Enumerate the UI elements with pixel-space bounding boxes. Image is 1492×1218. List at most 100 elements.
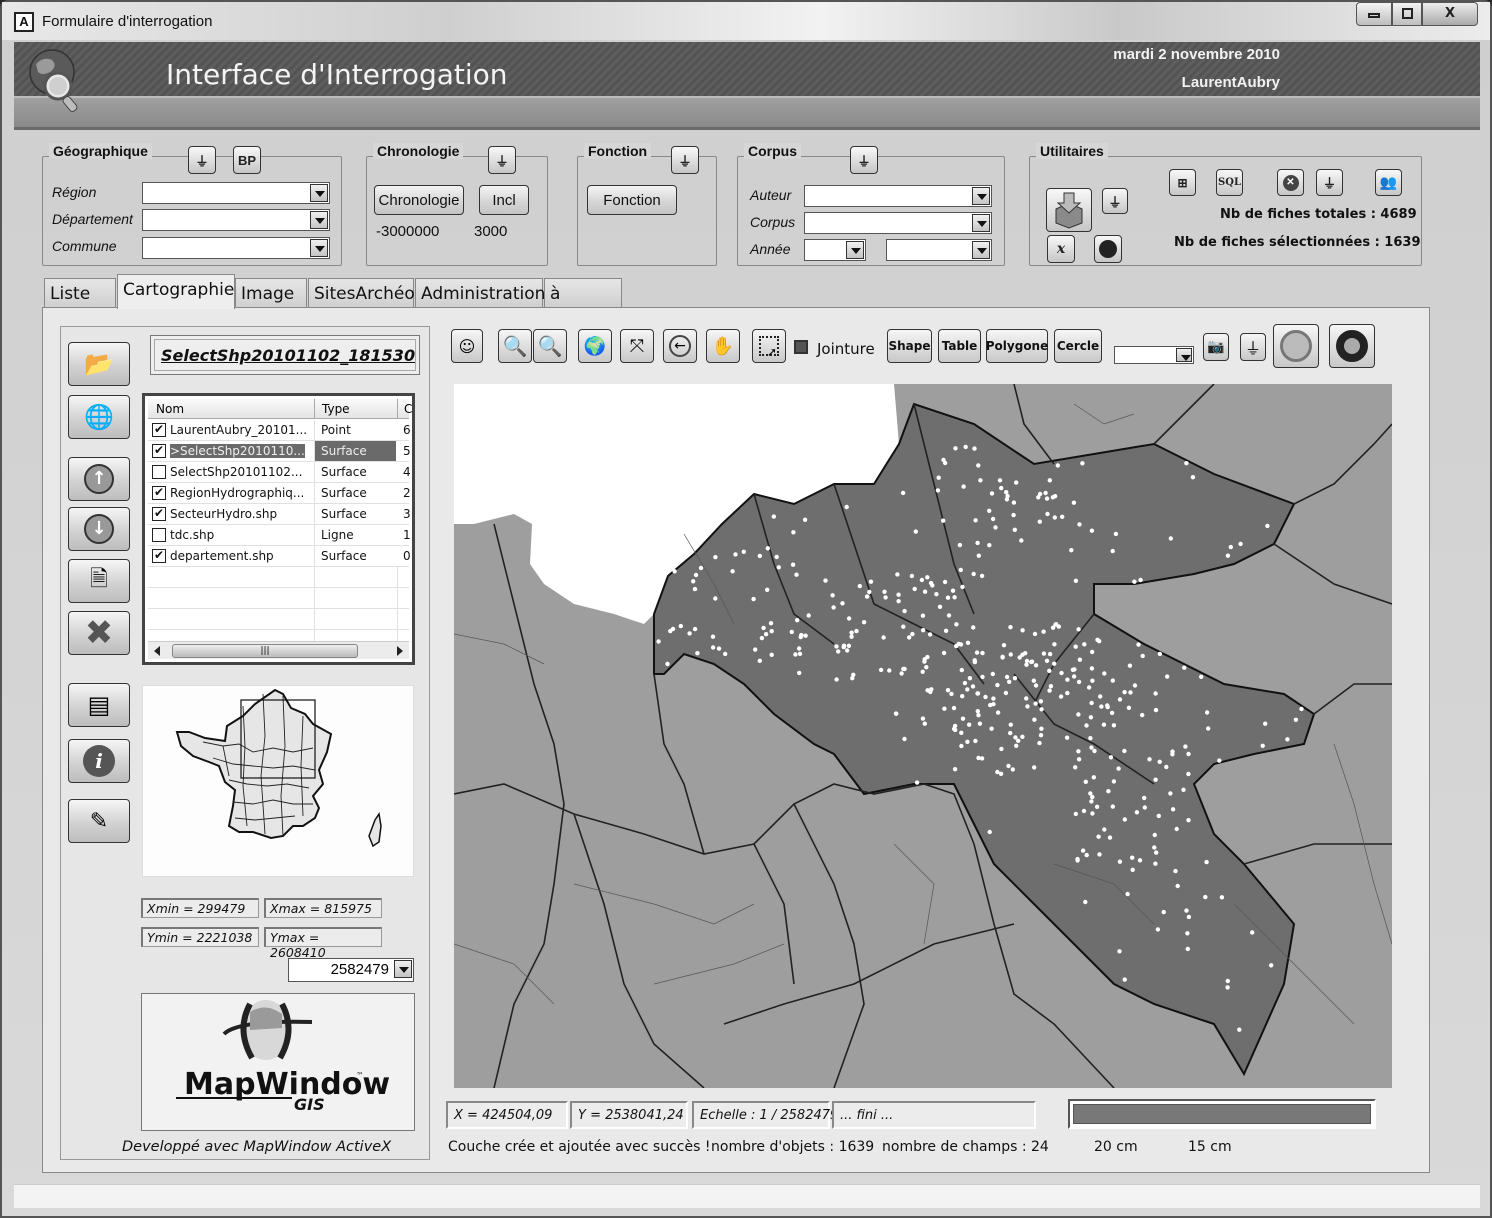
chevron-down-icon[interactable] [972,214,990,232]
site-point [665,661,670,667]
layer-visibility-checkbox[interactable]: ✔ [152,549,166,563]
scroll-right-icon[interactable] [397,646,403,656]
table-button[interactable]: Table [938,329,981,363]
annee-from-select[interactable] [804,239,866,261]
fonction-button[interactable]: Fonction [587,185,677,215]
bp-button[interactable]: BP [233,146,261,174]
relations-button[interactable]: ⊞ [1169,169,1196,196]
util-clear-filter-button[interactable]: ⏚ [1102,188,1128,214]
layer-visibility-checkbox[interactable]: ✔ [152,423,166,437]
zoom-in-button[interactable]: 🔍 [498,329,532,363]
zoom-out-button[interactable]: 🔍 [533,329,567,363]
annee-to-select[interactable] [886,239,992,261]
auteur-select[interactable] [804,185,992,207]
open-folder-button[interactable]: 📂 [68,342,130,386]
search-map-button[interactable] [1094,235,1122,263]
polygone-button[interactable]: Polygone [986,329,1048,363]
smiley-button[interactable]: ☺ [451,329,483,363]
layer-visibility-checkbox[interactable]: ✔ [152,507,166,521]
chevron-down-icon[interactable] [310,184,328,202]
commune-select[interactable] [142,237,330,259]
cercle-button[interactable]: Cercle [1054,329,1102,363]
region-select[interactable] [142,182,330,204]
chevron-down-icon[interactable] [846,241,864,259]
layer-row[interactable]: SelectShp20101102... Surface 4 [148,462,411,483]
tab-sitesarcheo[interactable]: SitesArchéo [308,278,415,308]
map-clear-filter-button[interactable]: ⏚ [1240,333,1266,361]
fonction-clear-filter-button[interactable]: ⏚ [671,146,699,174]
chevron-down-icon[interactable] [1176,348,1192,362]
layer-visibility-checkbox[interactable]: ✔ [152,486,166,500]
legend-button[interactable]: ▤ [68,683,130,727]
chevron-down-icon[interactable] [394,960,412,978]
column-header-type[interactable]: Type [314,399,396,418]
rotate-globe-button[interactable] [1273,324,1319,368]
layer-row[interactable]: ✔ >SelectShp2010110... Surface 5 [148,441,411,462]
tab-cartographie[interactable]: Cartographie [117,274,235,309]
cancel-button[interactable]: ✕ [1277,169,1304,196]
chrono-clear-filter-button[interactable]: ⏚ [488,146,516,174]
full-extent-button[interactable]: ⤧ [620,329,654,363]
select-button[interactable]: ➚ [752,329,786,363]
layer-row[interactable]: ✔ RegionHydrographiq... Surface 2 [148,483,411,504]
chronologie-button[interactable]: Chronologie [374,185,464,215]
edit-button[interactable]: ✎ [68,799,130,843]
clear-layers-button[interactable]: ✖ [68,611,130,655]
excel-export-button[interactable]: x [1047,235,1075,263]
pan-button[interactable]: ✋ [706,329,740,363]
scale-select[interactable]: 2582479 [288,958,414,982]
remove-layer-button[interactable]: 🗎 [68,559,130,603]
scroll-left-icon[interactable] [154,646,160,656]
layer-visibility-checkbox[interactable] [152,465,166,479]
layer-field-select[interactable] [1114,346,1194,364]
layer-visibility-checkbox[interactable]: ✔ [152,444,166,458]
map-canvas[interactable] [454,384,1392,1088]
chevron-down-icon[interactable] [972,241,990,259]
corpus-select[interactable] [804,212,992,234]
maximize-button[interactable] [1392,2,1422,26]
util-clear-filter-button-2[interactable]: ⏚ [1316,169,1343,196]
tab-liste[interactable]: Liste [44,278,116,308]
column-header-nom[interactable]: Nom [156,402,184,416]
add-layer-button[interactable]: 🌐 [68,395,130,439]
site-point [692,626,698,632]
chevron-down-icon[interactable] [972,187,990,205]
move-layer-up-button[interactable]: ↑ [68,457,130,501]
move-layer-down-button[interactable]: ↓ [68,507,130,551]
tab-image[interactable]: Image [235,278,307,308]
chevron-down-icon[interactable] [310,211,328,229]
shape-button[interactable]: Shape [887,329,932,363]
info-button[interactable]: i [68,739,130,783]
chevron-down-icon[interactable] [310,239,328,257]
overview-map[interactable] [142,685,414,877]
layers-list[interactable]: Nom Type C ✔ LaurentAubry_20101... Point 6 ✔… [142,393,415,665]
title-bar[interactable]: A Formulaire d'interrogation X [2,2,1490,40]
tab-a-propos[interactable]: à propos [544,278,622,324]
site-point [1126,705,1132,710]
scroll-thumb[interactable]: ||| [172,644,358,658]
column-header-c[interactable]: C [397,399,412,418]
lifebuoy-button[interactable] [1329,324,1375,368]
sql-button[interactable]: SQL [1216,169,1243,196]
horizontal-scrollbar[interactable]: ||| [148,641,409,659]
jointure-checkbox[interactable] [794,340,808,354]
layer-row[interactable]: ✔ SecteurHydro.shp Surface 3 [148,504,411,525]
close-button[interactable]: X [1422,2,1478,26]
site-point [867,589,872,595]
geo-clear-filter-button[interactable]: ⏚ [188,146,216,174]
zoom-to-layer-button[interactable]: 🌍 [578,329,612,363]
previous-extent-button[interactable]: ← [663,329,697,363]
departement-select[interactable] [142,209,330,231]
layer-row[interactable]: ✔ LaurentAubry_20101... Point 6 [148,420,411,441]
corpus-clear-filter-button[interactable]: ⏚ [850,146,878,174]
layer-visibility-checkbox[interactable] [152,528,166,542]
site-point [769,629,774,634]
users-button[interactable]: 👥 [1375,169,1402,196]
export-box-button[interactable] [1046,188,1092,232]
minimize-button[interactable] [1356,2,1392,26]
tab-administration[interactable]: Administration [415,278,545,308]
incl-button[interactable]: Incl [479,185,529,215]
layer-row[interactable]: ✔ departement.shp Surface 0 [148,546,411,567]
screenshot-button[interactable]: 📷 [1203,333,1229,361]
layer-row[interactable]: tdc.shp Ligne 1 [148,525,411,546]
